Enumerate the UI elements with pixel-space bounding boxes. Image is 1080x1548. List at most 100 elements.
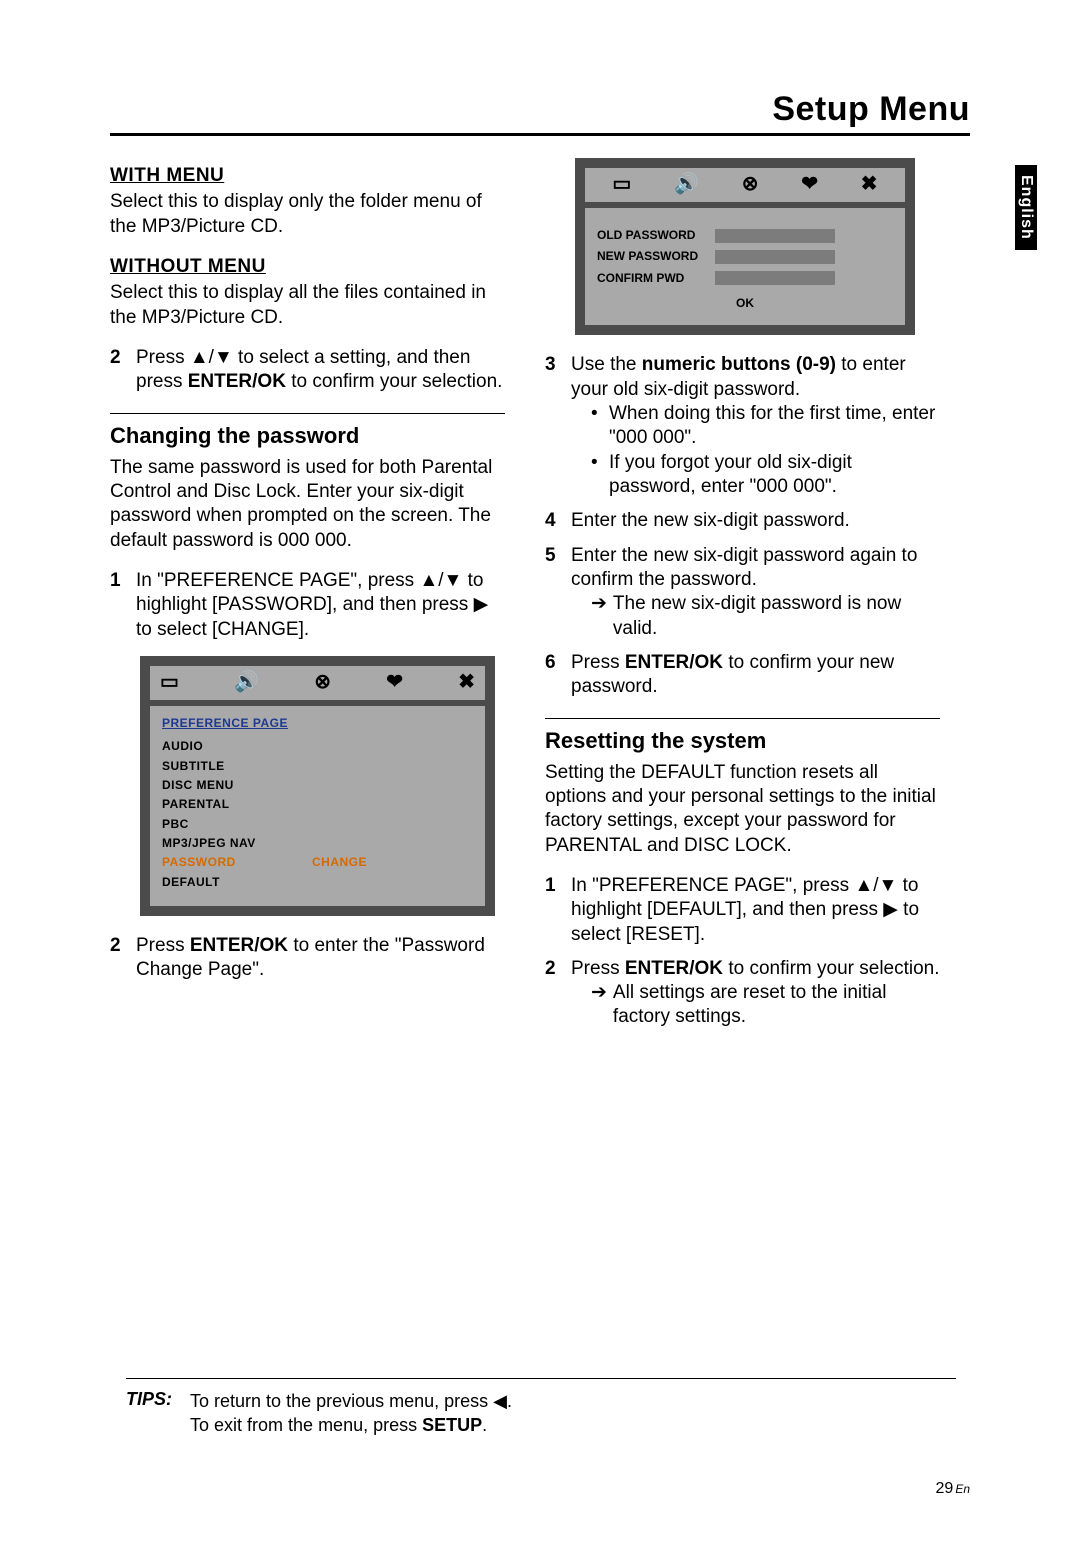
t: When doing this for the first time, ente… xyxy=(609,402,940,451)
result-arrow-icon xyxy=(591,592,607,641)
step-number: 2 xyxy=(545,957,561,1030)
bullet-icon: • xyxy=(591,402,601,451)
down-arrow-icon xyxy=(214,347,233,368)
changing-step-1: 1 In "PREFERENCE PAGE", press / to highl… xyxy=(110,569,505,642)
left-column: WITH MENU Select this to display only th… xyxy=(110,158,505,1040)
section-divider xyxy=(545,718,940,719)
t: Press xyxy=(136,347,190,368)
t: If you forgot your old six-digit passwor… xyxy=(609,451,940,500)
with-menu-heading: WITH MENU xyxy=(110,164,505,188)
result-line: The new six-digit password is now valid. xyxy=(591,592,940,641)
resetting-heading: Resetting the system xyxy=(545,727,940,755)
step-6: 6 Press ENTER/OK to confirm your new pas… xyxy=(545,651,940,700)
sub-bullet: •If you forgot your old six-digit passwo… xyxy=(591,451,940,500)
t: Enter the new six-digit password again t… xyxy=(571,545,917,590)
t: Use the xyxy=(571,354,642,375)
osd-title: PREFERENCE PAGE xyxy=(162,716,473,731)
right-arrow-icon xyxy=(474,594,489,615)
resetting-para: Setting the DEFAULT function resets all … xyxy=(545,761,940,858)
bullet-icon: • xyxy=(591,451,601,500)
osd-row: DISC MENU xyxy=(162,778,473,793)
t: Press xyxy=(571,958,625,979)
t: Press xyxy=(571,652,625,673)
t: to confirm your selection. xyxy=(723,958,939,979)
step-text: Press ENTER/OK to confirm your selection… xyxy=(571,957,940,1030)
up-arrow-icon xyxy=(854,875,873,896)
changing-password-para: The same password is used for both Paren… xyxy=(110,456,505,553)
enter-ok-label: ENTER/OK xyxy=(625,652,723,673)
page-number: 29En xyxy=(936,1480,970,1498)
t: to confirm your selection. xyxy=(286,371,502,392)
osd-row: AUDIO xyxy=(162,739,473,754)
right-arrow-icon xyxy=(883,899,898,920)
enter-ok-label: ENTER/OK xyxy=(188,371,286,392)
t: The new six-digit password is now valid. xyxy=(613,592,940,641)
without-menu-text: Select this to display all the files con… xyxy=(110,281,505,330)
step-number: 4 xyxy=(545,509,561,533)
osd-row-selected: PASSWORDCHANGE xyxy=(162,855,473,870)
step-text: Press ENTER/OK to confirm your new passw… xyxy=(571,651,940,700)
osd-field-row: CONFIRM PWD xyxy=(597,271,893,286)
t: To return to the previous menu, press xyxy=(190,1391,493,1411)
step-5: 5 Enter the new six-digit password again… xyxy=(545,544,940,641)
result-line: All settings are reset to the initial fa… xyxy=(591,981,940,1030)
up-arrow-icon xyxy=(419,570,438,591)
step-number: 5 xyxy=(545,544,561,641)
speaker-icon: 🔊 xyxy=(234,670,259,696)
t: to select [CHANGE]. xyxy=(136,619,309,640)
close-icon: ✖ xyxy=(458,670,475,696)
manual-page: Setup Menu WITH MENU Select this to disp… xyxy=(110,90,970,1040)
screen-icon: ▭ xyxy=(612,172,631,198)
step-text: In "PREFERENCE PAGE", press / to highlig… xyxy=(571,874,940,947)
page-number-lang: En xyxy=(955,1482,970,1496)
field-label: OLD PASSWORD xyxy=(597,228,715,243)
osd-row: DEFAULT xyxy=(162,875,473,890)
tips-label: TIPS: xyxy=(126,1389,172,1438)
circle-x-icon: ⊗ xyxy=(742,172,759,198)
osd-row: PBC xyxy=(162,817,473,832)
sub-bullet: •When doing this for the first time, ent… xyxy=(591,402,940,451)
page-title: Setup Menu xyxy=(110,90,970,136)
result-arrow-icon xyxy=(591,981,607,1030)
step-2-select-setting: 2 Press / to select a setting, and then … xyxy=(110,346,505,395)
close-icon: ✖ xyxy=(861,172,878,198)
page-number-value: 29 xyxy=(936,1480,954,1497)
reset-step-2: 2 Press ENTER/OK to confirm your selecti… xyxy=(545,957,940,1030)
field-label: NEW PASSWORD xyxy=(597,249,715,264)
osd-field-row: OLD PASSWORD xyxy=(597,228,893,243)
step-number: 2 xyxy=(110,934,126,983)
osd-icon-bar: ▭ 🔊 ⊗ ❤ ✖ xyxy=(585,168,905,202)
osd-body: PREFERENCE PAGE AUDIO SUBTITLE DISC MENU… xyxy=(150,706,485,906)
circle-x-icon: ⊗ xyxy=(314,670,331,696)
step-text: Press ENTER/OK to enter the "Password Ch… xyxy=(136,934,505,983)
left-arrow-icon xyxy=(493,1391,507,1411)
osd-row: PARENTAL xyxy=(162,797,473,812)
osd-row: MP3/JPEG NAV xyxy=(162,836,473,851)
right-column: ▭ 🔊 ⊗ ❤ ✖ OLD PASSWORD NEW PASSWORD xyxy=(545,158,940,1040)
down-arrow-icon xyxy=(444,570,463,591)
step-number: 1 xyxy=(545,874,561,947)
osd-preference-page: ▭ 🔊 ⊗ ❤ ✖ PREFERENCE PAGE AUDIO SUBTITLE… xyxy=(140,656,495,916)
numeric-buttons-label: numeric buttons (0-9) xyxy=(642,354,836,375)
osd-row: SUBTITLE xyxy=(162,759,473,774)
changing-step-2: 2 Press ENTER/OK to enter the "Password … xyxy=(110,934,505,983)
step-number: 1 xyxy=(110,569,126,642)
osd-password-change: ▭ 🔊 ⊗ ❤ ✖ OLD PASSWORD NEW PASSWORD xyxy=(575,158,915,335)
screen-icon: ▭ xyxy=(160,670,179,696)
tips-footer: TIPS: To return to the previous menu, pr… xyxy=(126,1378,956,1438)
t: All settings are reset to the initial fa… xyxy=(613,981,940,1030)
password-field xyxy=(715,271,835,285)
setup-label: SETUP xyxy=(422,1415,482,1435)
t: In "PREFERENCE PAGE", press xyxy=(136,570,419,591)
without-menu-heading: WITHOUT MENU xyxy=(110,255,505,279)
tips-body: To return to the previous menu, press . … xyxy=(190,1389,956,1438)
step-number: 6 xyxy=(545,651,561,700)
speaker-icon: 🔊 xyxy=(674,172,699,198)
step-text: In "PREFERENCE PAGE", press / to highlig… xyxy=(136,569,505,642)
step-text: Use the numeric buttons (0-9) to enter y… xyxy=(571,353,940,499)
with-menu-text: Select this to display only the folder m… xyxy=(110,190,505,239)
step-4: 4 Enter the new six-digit password. xyxy=(545,509,940,533)
down-arrow-icon xyxy=(879,875,898,896)
step-text: Press / to select a setting, and then pr… xyxy=(136,346,505,395)
changing-password-heading: Changing the password xyxy=(110,422,505,450)
